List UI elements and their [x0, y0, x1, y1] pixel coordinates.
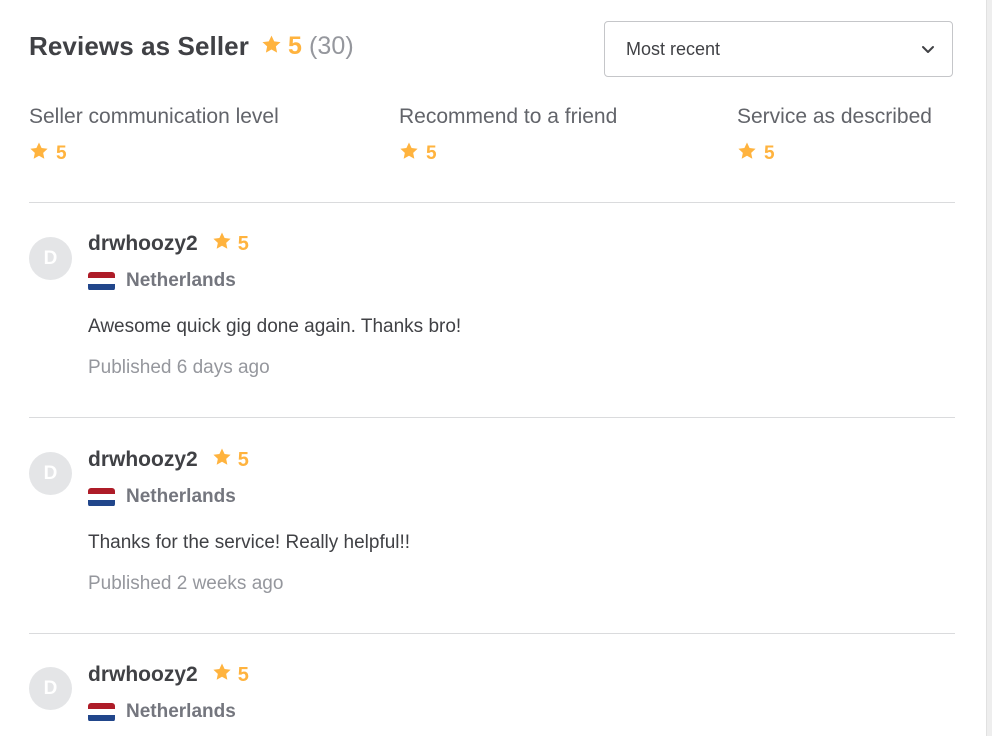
breakdown-rating-value: 5	[56, 143, 67, 164]
reviews-header: Reviews as Seller 5 (30) Most recent	[29, 0, 955, 100]
overall-rating: 5	[287, 32, 302, 60]
reviewer-username[interactable]: drwhoozy2	[88, 232, 198, 256]
reviewer-country: Netherlands	[88, 700, 948, 724]
country-name: Netherlands	[126, 701, 236, 722]
avatar[interactable]: D	[29, 237, 72, 280]
breakdown-label: Service as described	[737, 105, 932, 128]
star-icon	[399, 141, 419, 167]
breakdown-rating: 5	[737, 141, 932, 167]
breakdown-rating: 5	[29, 141, 279, 167]
title-text: Reviews as Seller	[29, 31, 249, 61]
netherlands-flag-icon	[88, 487, 115, 507]
review-rating: 5	[212, 231, 249, 257]
netherlands-flag-icon	[88, 271, 115, 291]
review-body: drwhoozy2 5 Netherlands	[88, 663, 948, 724]
review-body: drwhoozy2 5 Netherlands Thanks for the s…	[88, 448, 948, 595]
avatar[interactable]: D	[29, 667, 72, 710]
review-published-date: Published 6 days ago	[88, 357, 270, 378]
scrollbar[interactable]	[986, 0, 992, 736]
breakdown-label: Recommend to a friend	[399, 105, 618, 128]
breakdown-recommend: Recommend to a friend 5	[399, 105, 617, 167]
breakdown-service: Service as described 5	[737, 105, 932, 167]
star-icon	[261, 31, 282, 62]
chevron-down-icon	[920, 41, 936, 57]
review-rating: 5	[212, 447, 249, 473]
review-rating-value: 5	[237, 663, 249, 686]
reviewer-country: Netherlands	[88, 485, 948, 509]
divider	[29, 202, 955, 203]
star-icon	[212, 662, 232, 688]
star-icon	[212, 231, 232, 257]
netherlands-flag-icon	[88, 702, 115, 722]
review-count: (30)	[308, 32, 354, 60]
review-text: Thanks for the service! Really helpful!!	[88, 532, 411, 553]
review-body: drwhoozy2 5 Netherlands Awesome quick gi…	[88, 232, 948, 379]
breakdown-communication: Seller communication level 5	[29, 105, 279, 167]
breakdown-rating: 5	[399, 141, 617, 167]
breakdown-label: Seller communication level	[29, 105, 279, 128]
divider	[29, 417, 955, 418]
page-title: Reviews as Seller 5 (30)	[29, 31, 354, 62]
review-published-date: Published 2 weeks ago	[88, 573, 284, 594]
rating-breakdown: Seller communication level 5 Recommend t…	[29, 105, 955, 175]
breakdown-rating-value: 5	[764, 143, 775, 164]
star-icon	[737, 141, 757, 167]
sort-dropdown[interactable]: Most recent	[604, 21, 953, 77]
star-icon	[212, 447, 232, 473]
star-icon	[29, 141, 49, 167]
reviewer-username[interactable]: drwhoozy2	[88, 448, 198, 472]
review-rating-value: 5	[237, 232, 249, 255]
review-rating: 5	[212, 662, 249, 688]
country-name: Netherlands	[126, 270, 236, 291]
reviewer-username[interactable]: drwhoozy2	[88, 663, 198, 687]
reviews-section: Reviews as Seller 5 (30) Most recent Sel…	[29, 0, 955, 722]
breakdown-rating-value: 5	[426, 143, 437, 164]
review-rating-value: 5	[237, 448, 249, 471]
review-text: Awesome quick gig done again. Thanks bro…	[88, 316, 462, 337]
country-name: Netherlands	[126, 486, 236, 507]
sort-selected-value: Most recent	[626, 38, 721, 59]
reviewer-country: Netherlands	[88, 269, 948, 293]
divider	[29, 633, 955, 634]
avatar[interactable]: D	[29, 452, 72, 495]
